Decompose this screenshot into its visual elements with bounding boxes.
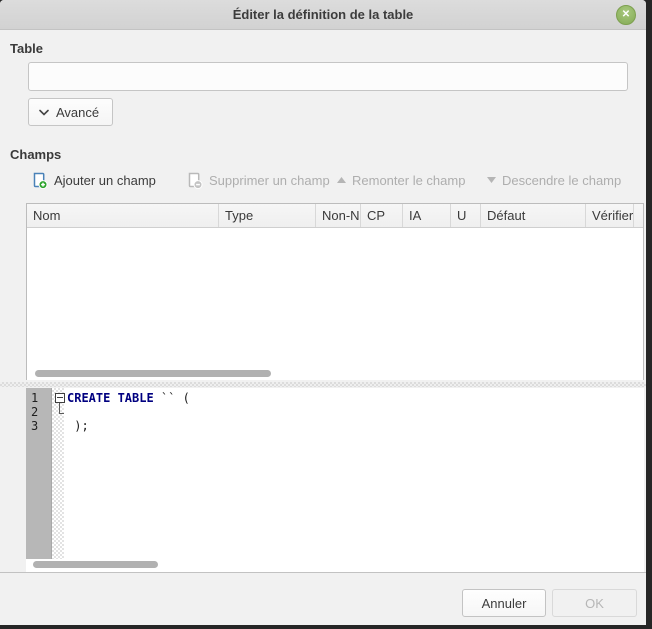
sql-preview-editor[interactable]: 1 2 3 CREATE TABLE `` ( ); [26, 388, 644, 572]
sql-keyword: CREATE TABLE [67, 391, 154, 405]
ok-button[interactable]: OK [552, 589, 637, 617]
titlebar[interactable]: Éditer la définition de la table ✕ [0, 0, 646, 30]
column-header-ia: IA [403, 204, 451, 227]
add-field-label: Ajouter un champ [54, 173, 156, 188]
fields-grid-hscrollbar [27, 368, 643, 380]
advanced-toggle-button[interactable]: Avancé [28, 98, 113, 126]
line-number: 1 [26, 391, 51, 405]
fields-grid-hscrollbar-thumb[interactable] [35, 370, 271, 377]
triangle-down-icon [487, 177, 496, 183]
fields-section-label: Champs [10, 147, 61, 162]
column-header-non-null: Non-N [316, 204, 361, 227]
move-field-up-button[interactable]: Remonter le champ [337, 169, 465, 191]
dialog-title: Éditer la définition de la table [0, 0, 646, 29]
add-field-icon [31, 172, 48, 189]
sql-line-3: ); [67, 419, 89, 433]
table-section-label: Table [10, 41, 43, 56]
triangle-up-icon [337, 177, 346, 183]
close-icon[interactable]: ✕ [616, 5, 636, 25]
fields-grid-body[interactable] [27, 228, 643, 368]
desktop-background: Éditer la définition de la table ✕ Table… [0, 0, 652, 629]
splitter-handle[interactable] [0, 382, 646, 387]
table-name-input[interactable] [28, 62, 628, 91]
move-field-down-label: Descendre le champ [502, 173, 621, 188]
column-header-verifier: Vérifier [586, 204, 634, 227]
edit-table-definition-dialog: Éditer la définition de la table ✕ Table… [0, 0, 646, 625]
remove-field-label: Supprimer un champ [209, 173, 330, 188]
line-number: 3 [26, 419, 51, 433]
column-header-u: U [451, 204, 481, 227]
line-number: 2 [26, 405, 51, 419]
sql-editor-hscrollbar [26, 559, 644, 572]
column-header-defaut: Défaut [481, 204, 586, 227]
sql-line-1: CREATE TABLE `` ( [67, 391, 190, 405]
sql-editor-text-area[interactable]: 1 2 3 CREATE TABLE `` ( ); [26, 388, 644, 559]
sql-editor-hscrollbar-thumb[interactable] [33, 561, 158, 568]
fold-guide-line [59, 403, 64, 414]
fold-collapse-icon[interactable] [55, 393, 65, 403]
fields-grid: Nom Type Non-N CP IA U Défaut Vérifier [26, 203, 644, 380]
add-field-button[interactable]: Ajouter un champ [31, 169, 156, 191]
column-header-cp: CP [361, 204, 403, 227]
cancel-button[interactable]: Annuler [462, 589, 546, 617]
chevron-down-icon [39, 109, 49, 116]
remove-field-icon [186, 172, 203, 189]
move-field-down-button[interactable]: Descendre le champ [487, 169, 621, 191]
line-number-gutter: 1 2 3 [26, 388, 52, 559]
move-field-up-label: Remonter le champ [352, 173, 465, 188]
column-header-type: Type [219, 204, 316, 227]
sql-line-1-rest: `` ( [154, 391, 190, 405]
remove-field-button[interactable]: Supprimer un champ [186, 169, 330, 191]
fields-grid-header: Nom Type Non-N CP IA U Défaut Vérifier [27, 204, 643, 228]
column-header-nom: Nom [27, 204, 219, 227]
editor-bottom-divider [0, 572, 646, 573]
advanced-button-label: Avancé [56, 105, 99, 120]
